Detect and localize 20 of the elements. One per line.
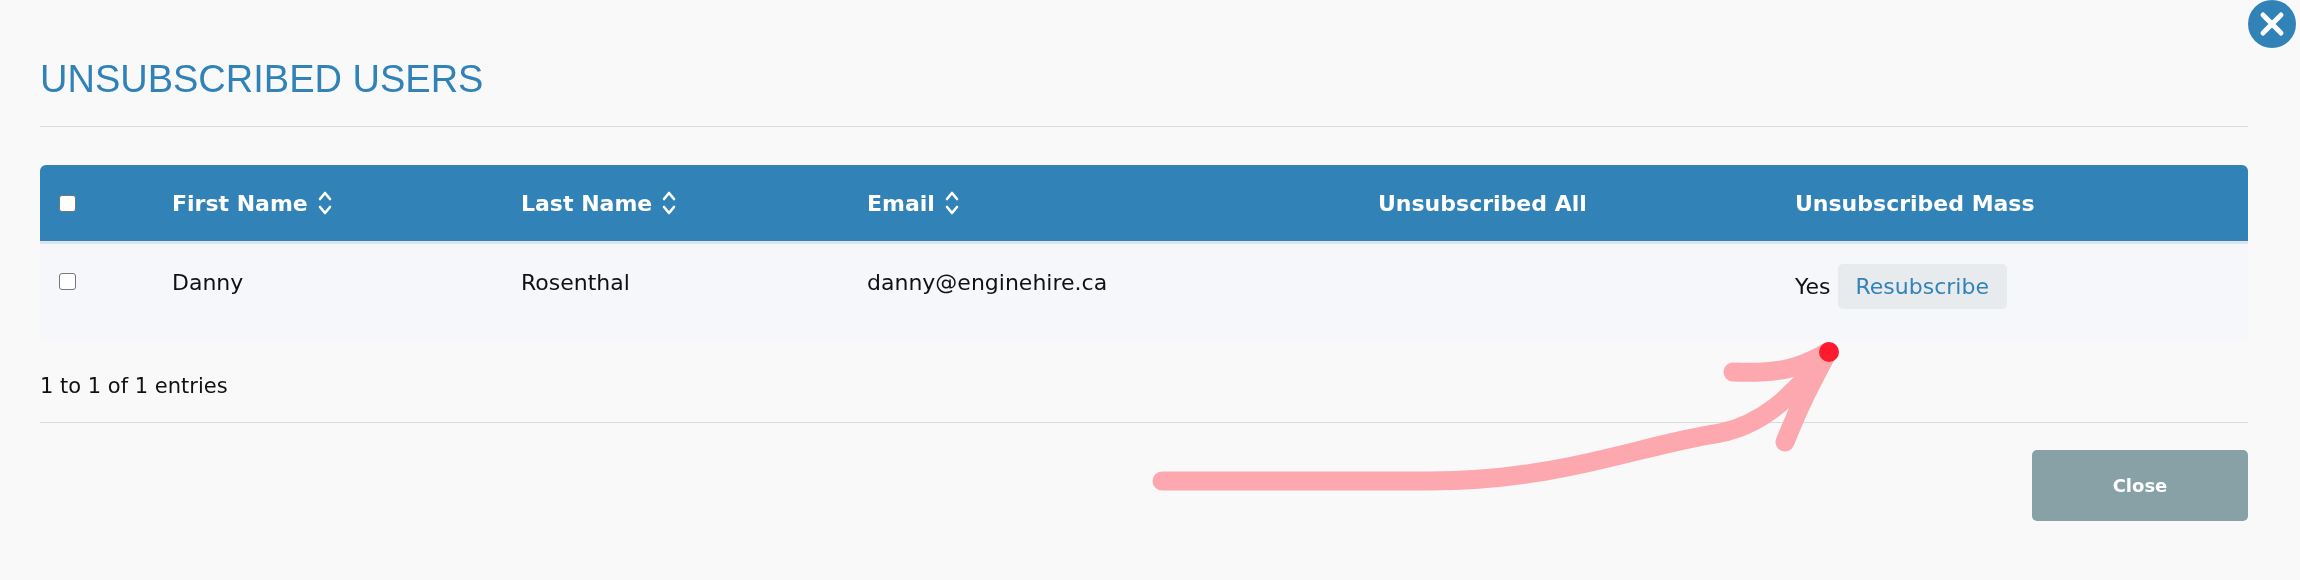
column-header[interactable]: Email <box>867 190 935 216</box>
resubscribe-button[interactable]: Resubscribe <box>1837 264 2007 309</box>
table-cell: danny@enginehire.ca <box>867 270 1108 295</box>
close-button[interactable]: Close <box>2032 450 2248 521</box>
column-header[interactable]: Last Name <box>521 190 653 216</box>
entries-info: 1 to 1 of 1 entries <box>40 374 228 398</box>
table-cell: Rosenthal <box>521 270 630 295</box>
column-header[interactable]: First Name <box>172 190 308 216</box>
select-all-checkbox[interactable] <box>59 194 76 212</box>
row-checkbox[interactable] <box>59 273 76 290</box>
sort-icon[interactable] <box>944 190 959 216</box>
dialog-title: UNSUBSCRIBED USERS <box>40 57 485 102</box>
sort-icon[interactable] <box>662 190 677 216</box>
table-cell: Danny <box>172 270 244 295</box>
pointer-dot <box>1819 342 1839 362</box>
table-cell: Yes <box>1795 274 1831 299</box>
column-header[interactable]: Unsubscribed Mass <box>1795 190 2035 216</box>
sort-icon[interactable] <box>317 190 332 216</box>
close-icon[interactable] <box>2248 0 2296 48</box>
column-header[interactable]: Unsubscribed All <box>1378 190 1587 216</box>
